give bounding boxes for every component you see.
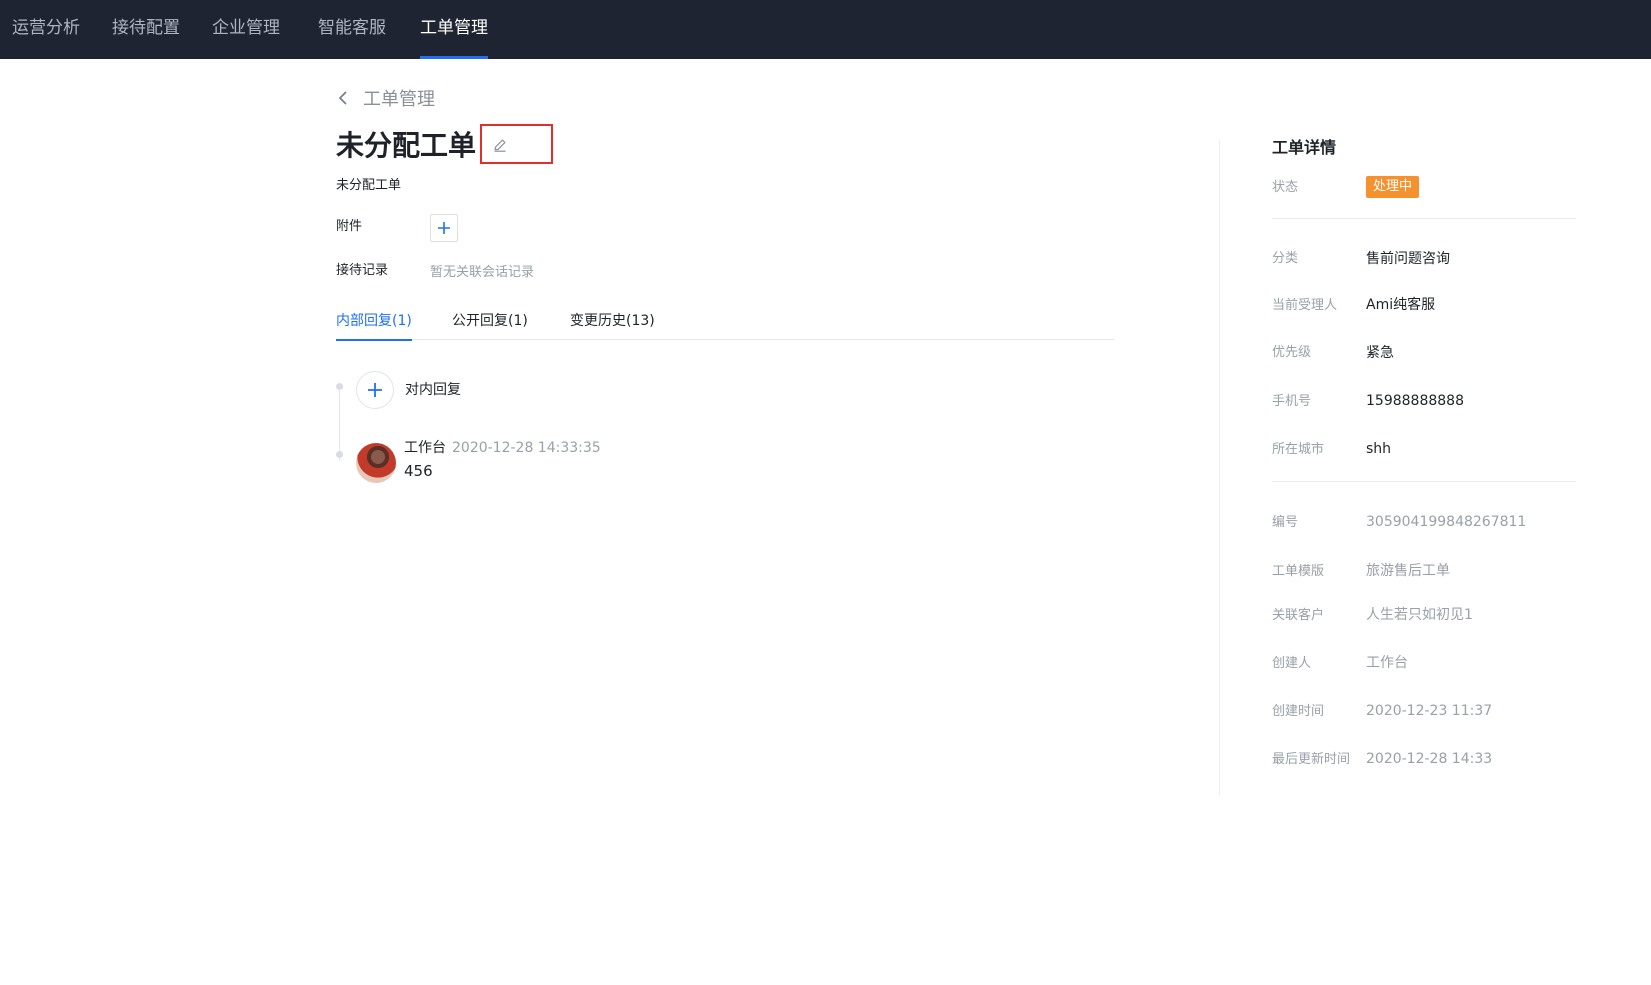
chevron-left-icon: [339, 91, 347, 105]
creator-value: 工作台: [1366, 655, 1408, 671]
assignee-label: 当前受理人: [1272, 298, 1338, 313]
nav-item-ticket-management[interactable]: 工单管理: [420, 0, 488, 59]
plus-icon: [438, 222, 450, 234]
reply-author: 工作台: [404, 440, 446, 456]
ticket-description: 未分配工单: [336, 178, 402, 193]
template-value: 旅游售后工单: [1366, 563, 1450, 579]
reply-timestamp: 2020-12-28 14:33:35: [452, 440, 601, 456]
divider: [1272, 481, 1576, 482]
reply-tabs: 内部回复(1) 公开回复(1) 变更历史(13): [336, 310, 1114, 341]
category-label: 分类: [1272, 251, 1299, 266]
add-internal-reply-label[interactable]: 对内回复: [405, 380, 461, 400]
status-badge: 处理中: [1366, 176, 1420, 198]
nav-item-enterprise-management[interactable]: 企业管理: [212, 0, 280, 59]
phone-label: 手机号: [1272, 394, 1312, 409]
tab-internal-reply[interactable]: 内部回复(1): [336, 310, 412, 341]
reception-record-label: 接待记录: [336, 263, 389, 278]
status-label: 状态: [1272, 180, 1299, 195]
city-label: 所在城市: [1272, 442, 1325, 457]
reply-content: 456: [404, 462, 433, 480]
category-value: 售前问题咨询: [1366, 251, 1450, 267]
plus-icon: [368, 383, 382, 397]
attachment-label: 附件: [336, 219, 363, 234]
breadcrumb-label: 工单管理: [363, 89, 435, 110]
tab-public-reply[interactable]: 公开回复(1): [452, 310, 528, 340]
detail-title: 工单详情: [1272, 138, 1337, 157]
panel-divider: [1219, 140, 1220, 795]
reception-record-empty: 暂无关联会话记录: [430, 265, 535, 280]
edit-title-button[interactable]: [480, 124, 553, 164]
customer-value: 人生若只如初见1: [1366, 607, 1473, 623]
timeline-dot: [336, 383, 343, 390]
timeline-dot: [336, 451, 343, 458]
ticket-number-label: 编号: [1272, 515, 1299, 530]
created-time-value: 2020-12-23 11:37: [1366, 703, 1493, 719]
breadcrumb-back[interactable]: 工单管理: [335, 85, 435, 111]
updated-time-label: 最后更新时间: [1272, 752, 1351, 767]
creator-label: 创建人: [1272, 656, 1312, 671]
city-value: shh: [1366, 441, 1392, 457]
phone-value: 15988888888: [1366, 393, 1464, 409]
add-internal-reply-button[interactable]: [356, 371, 394, 409]
timeline-line: [339, 390, 340, 460]
nav-item-smart-service[interactable]: 智能客服: [318, 0, 386, 59]
page-title: 未分配工单: [336, 129, 477, 162]
created-time-label: 创建时间: [1272, 704, 1325, 719]
pencil-icon: [494, 139, 506, 152]
nav-item-reception-config[interactable]: 接待配置: [112, 0, 180, 59]
tab-change-history[interactable]: 变更历史(13): [570, 310, 655, 340]
updated-time-value: 2020-12-28 14:33: [1366, 751, 1493, 767]
priority-label: 优先级: [1272, 345, 1312, 360]
avatar: [356, 443, 396, 483]
template-label: 工单模版: [1272, 564, 1325, 579]
customer-label: 关联客户: [1272, 608, 1325, 623]
nav-item-operations-analysis[interactable]: 运营分析: [12, 0, 80, 59]
divider: [1272, 218, 1576, 219]
add-attachment-button[interactable]: [430, 214, 458, 242]
ticket-number-value: 305904199848267811: [1366, 514, 1527, 530]
top-navigation: 运营分析 接待配置 企业管理 智能客服 工单管理: [0, 0, 1651, 59]
assignee-value: Ami纯客服: [1366, 297, 1436, 313]
priority-value: 紧急: [1366, 345, 1394, 361]
